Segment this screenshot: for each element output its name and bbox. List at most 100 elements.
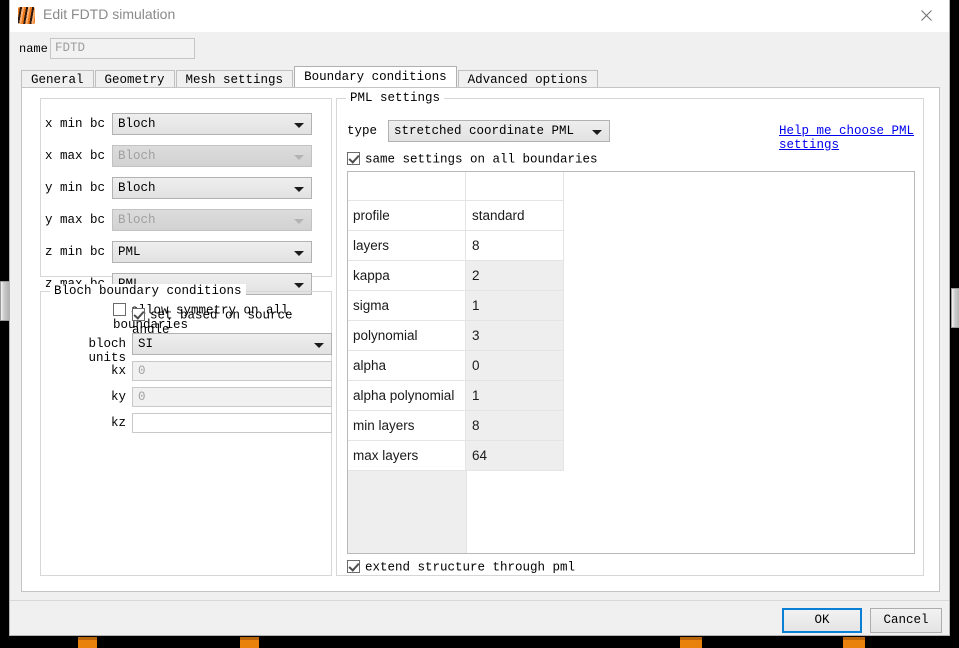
chevron-down-icon [294, 251, 304, 256]
close-icon [920, 10, 932, 21]
checkbox-box [347, 152, 360, 165]
chevron-down-icon [294, 123, 304, 128]
lumerical-logo-icon [18, 7, 35, 24]
table-row[interactable]: alpha 0 [348, 351, 914, 381]
title-bar: Edit FDTD simulation [10, 0, 949, 32]
checkbox-box [347, 560, 360, 573]
y-max-bc-combo: Bloch [112, 209, 312, 231]
bloch-units-combo[interactable]: SI [132, 333, 332, 355]
row-value[interactable]: 3 [466, 321, 564, 351]
z-min-bc-value: PML [118, 245, 141, 259]
chevron-down-icon [314, 343, 324, 348]
row-value[interactable]: 1 [466, 381, 564, 411]
edit-fdtd-simulation-dialog: Edit FDTD simulation name FDTD General G… [9, 0, 950, 636]
pml-group-title: PML settings [346, 91, 445, 105]
row-name: alpha [348, 351, 466, 381]
background-scrollbar-thumb-right[interactable] [951, 288, 959, 328]
tab-boundary-conditions[interactable]: Boundary conditions [294, 66, 457, 87]
close-button[interactable] [903, 0, 949, 31]
table-empty-area [348, 471, 914, 553]
kz-label: kz [110, 416, 126, 430]
pml-type-value: stretched coordinate PML [394, 124, 575, 138]
taskbar-indicator[interactable] [240, 637, 259, 648]
taskbar-indicator[interactable] [843, 637, 865, 648]
kx-input[interactable]: 0 [132, 361, 332, 381]
screen-root: Edit FDTD simulation name FDTD General G… [0, 0, 959, 648]
tab-mesh-settings[interactable]: Mesh settings [175, 70, 294, 88]
tab-general[interactable]: General [21, 70, 94, 88]
table-row[interactable]: sigma 1 [348, 291, 914, 321]
pml-settings-group: PML settings type stretched coordinate P… [336, 91, 924, 576]
x-max-bc-label: x max bc [45, 149, 106, 163]
checkbox-box [132, 308, 145, 321]
window-title: Edit FDTD simulation [43, 6, 176, 22]
row-value[interactable]: 0 [466, 351, 564, 381]
tab-geometry[interactable]: Geometry [94, 70, 175, 88]
extend-structure-through-pml-checkbox[interactable]: extend structure through pml [347, 560, 575, 575]
row-value[interactable]: 1 [466, 291, 564, 321]
row-value[interactable]: 2 [466, 261, 564, 291]
table-row[interactable]: kappa 2 [348, 261, 914, 291]
taskbar-indicator[interactable] [78, 637, 97, 648]
name-label: name [19, 42, 48, 56]
x-max-bc-combo: Bloch [112, 145, 312, 167]
table-row[interactable]: polynomial 3 [348, 321, 914, 351]
table-row[interactable]: alpha polynomial 1 [348, 381, 914, 411]
chevron-down-icon [592, 130, 602, 135]
taskbar-indicator[interactable] [680, 637, 702, 648]
help-me-choose-pml-settings-link[interactable]: Help me choose PML settings [779, 124, 923, 152]
same-settings-on-all-boundaries-checkbox[interactable]: same settings on all boundaries [347, 152, 598, 167]
row-value[interactable]: standard [466, 201, 564, 231]
chevron-down-icon [294, 283, 304, 288]
pml-type-label: type [347, 124, 378, 138]
bloch-group-title: Bloch boundary conditions [50, 284, 246, 298]
pml-parameters-table[interactable]: profile standard layers 8 kappa 2 sigma … [347, 171, 915, 554]
row-name: polynomial [348, 321, 466, 351]
x-min-bc-combo[interactable]: Bloch [112, 113, 312, 135]
tab-strip: General Geometry Mesh settings Boundary … [21, 66, 599, 88]
x-max-bc-value: Bloch [118, 149, 156, 163]
ky-label: ky [110, 390, 126, 404]
boundary-conditions-group: x min bc Bloch x max bc Bloch y min bc B… [40, 98, 332, 332]
table-row[interactable]: max layers 64 [348, 441, 914, 471]
kz-input[interactable] [132, 413, 332, 433]
row-name: sigma [348, 291, 466, 321]
ok-button[interactable]: OK [782, 608, 862, 633]
y-min-bc-combo[interactable]: Bloch [112, 177, 312, 199]
row-value[interactable]: 64 [466, 441, 564, 471]
row-value[interactable]: 8 [466, 411, 564, 441]
table-header-name [348, 172, 466, 201]
chevron-down-icon [294, 219, 304, 224]
bloch-units-label: bloch units [88, 337, 126, 365]
row-value[interactable]: 8 [466, 231, 564, 261]
x-min-bc-value: Bloch [118, 117, 156, 131]
table-empty-col2 [467, 471, 914, 553]
table-row[interactable]: profile standard [348, 201, 914, 231]
kx-label: kx [110, 364, 126, 378]
row-name: kappa [348, 261, 466, 291]
chevron-down-icon [294, 187, 304, 192]
x-min-bc-label: x min bc [45, 117, 106, 131]
y-min-bc-value: Bloch [118, 181, 156, 195]
y-max-bc-value: Bloch [118, 213, 156, 227]
ky-input[interactable]: 0 [132, 387, 332, 407]
y-max-bc-label: y max bc [45, 213, 106, 227]
tab-advanced-options[interactable]: Advanced options [457, 70, 598, 88]
backdrop-bottom [0, 636, 959, 648]
z-min-bc-combo[interactable]: PML [112, 241, 312, 263]
bloch-units-value: SI [138, 337, 154, 351]
row-name: max layers [348, 441, 466, 471]
same-settings-label: same settings on all boundaries [365, 152, 598, 167]
table-header-row [348, 172, 914, 201]
chevron-down-icon [294, 155, 304, 160]
row-name: profile [348, 201, 466, 231]
z-min-bc-label: z min bc [45, 245, 106, 259]
table-row[interactable]: min layers 8 [348, 411, 914, 441]
cancel-button[interactable]: Cancel [870, 608, 942, 633]
boundary-conditions-page: x min bc Bloch x max bc Bloch y min bc B… [21, 87, 940, 592]
table-header-value [466, 172, 564, 201]
row-name: min layers [348, 411, 466, 441]
pml-type-combo[interactable]: stretched coordinate PML [388, 120, 610, 142]
table-row[interactable]: layers 8 [348, 231, 914, 261]
name-input[interactable]: FDTD [50, 38, 195, 59]
